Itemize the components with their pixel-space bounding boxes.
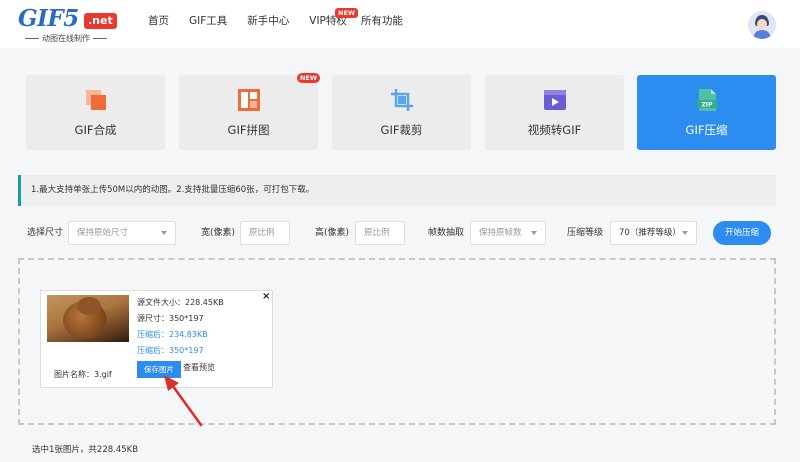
user-avatar[interactable] [748, 11, 776, 39]
main-nav: 首页 GIF工具 新手中心 VIP特权 所有功能 [148, 14, 423, 28]
level-label: 压缩等级 [567, 228, 604, 238]
tool-label: GIF裁剪 [380, 123, 423, 137]
thumbnail-subject-head [77, 297, 101, 315]
size-label: 选择尺寸 [27, 228, 64, 238]
annotation-arrow-icon [164, 375, 203, 427]
logo-net-badge: .net [84, 13, 117, 29]
svg-text:ZIP: ZIP [702, 102, 714, 109]
new-badge: NEW [296, 73, 320, 83]
nav-all-features[interactable]: 所有功能 [361, 14, 403, 28]
height-label: 高(像素) [315, 228, 350, 238]
start-compress-button[interactable]: 开始压缩 [713, 221, 771, 245]
frame-label: 帧数抽取 [428, 228, 465, 238]
tool-card-gif-merge[interactable]: GIF合成 [26, 75, 165, 150]
nav-gif-tools[interactable]: GIF工具 [189, 14, 227, 28]
original-dimensions: 源尺寸：350*197 [137, 314, 204, 323]
gif-merge-icon [86, 90, 106, 110]
close-icon[interactable]: × [262, 292, 270, 302]
width-input[interactable]: 原比例 [240, 221, 290, 245]
height-input[interactable]: 原比例 [355, 221, 405, 245]
selection-summary: 选中1张图片，共228.45KB [32, 445, 139, 455]
tool-card-gif-collage[interactable]: NEW GIF拼图 [179, 73, 320, 150]
avatar-icon [748, 11, 776, 39]
notice-bar: 1.最大支持单张上传50M以内的动图。2.支持批量压缩60张，可打包下载。 [18, 175, 776, 206]
tool-label: GIF合成 [74, 123, 117, 137]
compressed-dimensions: 压缩后：350*197 [137, 346, 204, 355]
file-name: 图片名称：3.gif [54, 370, 112, 379]
nav-home[interactable]: 首页 [148, 14, 169, 28]
original-size: 源文件大小：228.45KB [137, 298, 224, 307]
tool-card-video-to-gif[interactable]: 视频转GIF [485, 75, 624, 150]
size-select[interactable]: 保持原始尺寸 [68, 221, 176, 245]
options-row: 选择尺寸 保持原始尺寸 宽(像素) 原比例 高(像素) 原比例 帧数抽取 保持原… [0, 221, 800, 245]
gif-crop-icon [391, 89, 413, 111]
tool-card-gif-crop[interactable]: GIF裁剪 [332, 75, 471, 150]
video-to-gif-icon [544, 90, 566, 110]
logo-tagline: 动图在线制作 [18, 34, 114, 44]
tool-card-gif-compress[interactable]: ZIP GIF压缩 [637, 75, 776, 150]
site-logo[interactable]: GIF5 .net 动图在线制作 [18, 6, 118, 44]
width-label: 宽(像素) [201, 228, 236, 238]
gif-collage-icon [238, 89, 260, 111]
compressed-size: 压缩后：234.83KB [137, 330, 208, 339]
view-preview-link[interactable]: 查看预览 [183, 363, 215, 373]
gif-compress-icon: ZIP [697, 89, 717, 111]
tool-label: GIF压缩 [685, 123, 728, 137]
nav-beginner-center[interactable]: 新手中心 [247, 14, 289, 28]
level-select[interactable]: 70（推荐等级） [610, 221, 697, 245]
frame-select[interactable]: 保持原帧数 [470, 221, 546, 245]
logo-text: GIF5 [18, 5, 79, 32]
top-header: GIF5 .net 动图在线制作 首页 GIF工具 新手中心 VIP特权 所有功… [0, 0, 800, 48]
file-thumbnail[interactable] [47, 295, 129, 342]
vip-new-badge: NEW [335, 8, 359, 18]
tool-label: 视频转GIF [527, 123, 582, 137]
tool-label: GIF拼图 [227, 123, 270, 137]
